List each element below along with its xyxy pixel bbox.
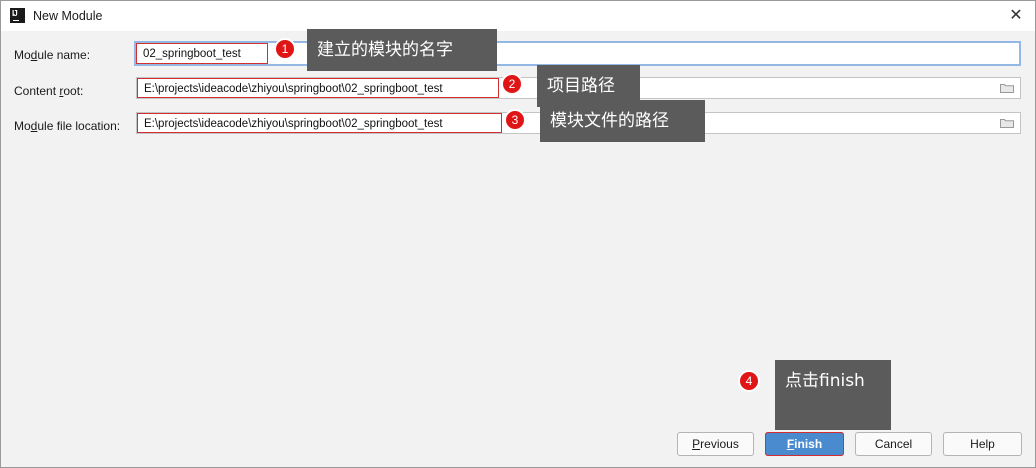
module-name-field[interactable]: 02_springboot_test [134,41,1021,66]
module-name-value: 02_springboot_test [136,43,268,64]
close-icon[interactable]: ✕ [1005,5,1027,27]
folder-icon[interactable] [1000,83,1014,93]
content-root-value: E:\projects\ideacode\zhiyou\springboot\0… [137,78,499,98]
module-file-location-label: Module file location: [14,119,121,133]
help-button[interactable]: Help [943,432,1022,456]
annotation-badge-4: 4 [738,370,760,392]
annotation-badge-2: 2 [501,73,523,95]
folder-icon[interactable] [1000,118,1014,128]
new-module-dialog: IJ New Module ✕ Module name: 02_springbo… [0,0,1036,468]
window-title: New Module [33,9,103,23]
cancel-button[interactable]: Cancel [855,432,932,456]
annotation-callout-1: 建立的模块的名字 [307,29,497,71]
finish-button[interactable]: Finish [765,432,844,456]
module-file-location-value: E:\projects\ideacode\zhiyou\springboot\0… [137,113,502,133]
annotation-callout-4: 点击finish [775,360,891,430]
annotation-badge-1: 1 [274,38,296,60]
module-name-label: Module name: [14,48,91,62]
annotation-callout-3: 模块文件的路径 [540,100,705,142]
previous-button[interactable]: Previous [677,432,754,456]
intellij-icon: IJ [10,8,25,23]
content-root-label: Content root: [14,84,84,98]
annotation-badge-3: 3 [504,109,526,131]
title-bar: IJ New Module ✕ [1,1,1035,31]
